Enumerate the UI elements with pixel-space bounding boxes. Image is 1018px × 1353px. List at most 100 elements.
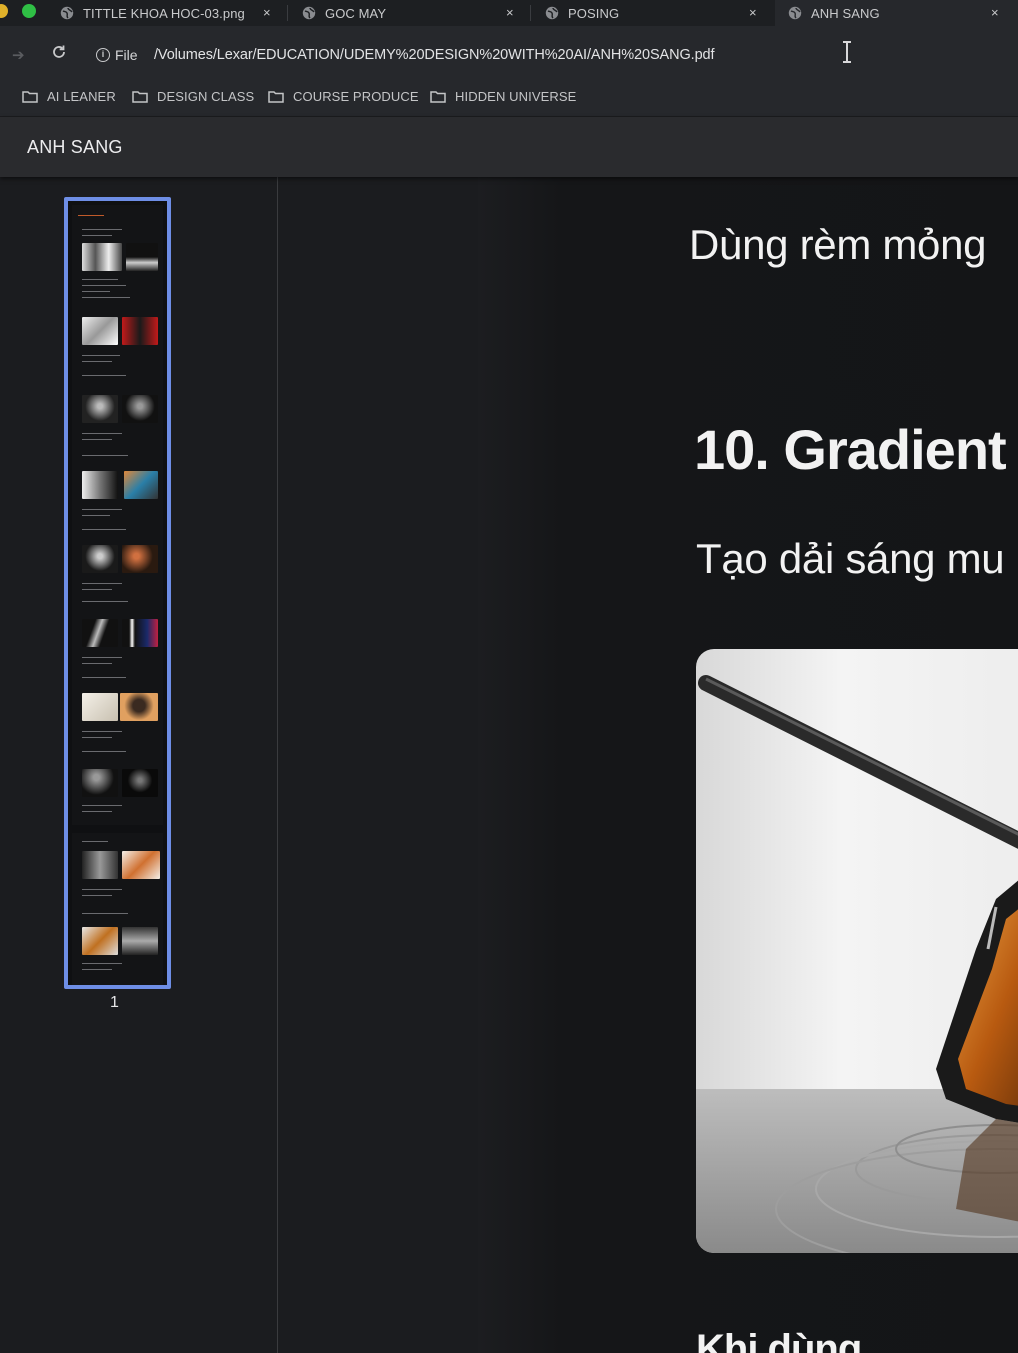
thumbnail-page-2: [72, 833, 163, 985]
body-text-line: Dùng rèm mỏng: [689, 221, 987, 268]
thumbnail-image: [120, 693, 158, 721]
reload-icon[interactable]: [50, 43, 68, 61]
thumbnail-text-line: [82, 529, 126, 530]
tab-goc-may[interactable]: GOC MAY ×: [302, 0, 524, 26]
bookmark-design-class[interactable]: DESIGN CLASS: [132, 89, 254, 104]
thumbnail-image: [122, 619, 158, 647]
pdf-toolbar: ANH SANG: [0, 117, 1018, 177]
tab-close-icon[interactable]: ×: [749, 5, 757, 20]
folder-icon: [22, 90, 38, 103]
tab-title: POSING: [568, 5, 620, 21]
thumbnail-text-line: [82, 361, 112, 362]
thumbnail-text-line: [82, 285, 126, 286]
tab-separator: [287, 5, 288, 21]
thumbnail-image: [82, 545, 118, 573]
thumbnail-image: [126, 243, 158, 271]
tab-anh-sang[interactable]: ANH SANG ×: [775, 0, 1018, 26]
thumbnail-image: [82, 619, 118, 647]
thumbnail-image: [122, 395, 158, 423]
thumbnail-image: [82, 317, 118, 345]
thumbnail-text-line: [82, 731, 122, 732]
photo-illustration: [696, 649, 1018, 1253]
tab-strip: TITTLE KHOA HOC-03.png × GOC MAY × POSIN…: [0, 0, 1018, 26]
thumbnail-image: [82, 243, 122, 271]
zoom-window-button[interactable]: [22, 4, 36, 18]
globe-icon: [545, 6, 559, 20]
thumbnail-text-line: [82, 969, 112, 970]
address-bar: ➔ i File /Volumes/Lexar/EDUCATION/UDEMY%…: [0, 26, 1018, 82]
thumbnail-text-line: [82, 455, 128, 456]
tab-separator: [530, 5, 531, 21]
globe-icon: [788, 6, 802, 20]
thumbnail-page-1: [72, 205, 163, 825]
thumbnail-sidebar[interactable]: 1: [0, 177, 278, 1353]
bookmark-course-produce[interactable]: COURSE PRODUCE: [268, 89, 419, 104]
thumbnail-image: [82, 769, 118, 797]
tab-posing[interactable]: POSING ×: [545, 0, 767, 26]
thumbnail-text-line: [82, 895, 112, 896]
thumbnail-image: [82, 851, 118, 879]
thumbnail-image: [82, 471, 118, 499]
minimize-window-button[interactable]: [0, 4, 8, 18]
thumbnail-image: [122, 769, 158, 797]
thumbnail-image: [124, 471, 158, 499]
thumbnail-text-line: [82, 601, 128, 602]
bookmark-hidden-universe[interactable]: HIDDEN UNIVERSE: [430, 89, 576, 104]
thumbnail-text-line: [82, 439, 112, 440]
text-cursor-icon: [843, 41, 851, 63]
thumbnail-text-line: [82, 291, 110, 292]
folder-icon: [430, 90, 446, 103]
thumbnail-text-line: [82, 913, 128, 914]
bookmark-label: DESIGN CLASS: [157, 89, 255, 104]
thumbnail-text-line: [82, 805, 122, 806]
thumbnail-text-line: [82, 515, 110, 516]
thumbnail-image: [122, 851, 160, 879]
thumbnail-text-line: [82, 751, 126, 752]
thumbnail-image: [122, 317, 158, 345]
info-icon: i: [96, 48, 110, 62]
thumbnail-text-line: [82, 657, 122, 658]
thumbnail-image: [82, 927, 118, 955]
url-field[interactable]: /Volumes/Lexar/EDUCATION/UDEMY%20DESIGN%…: [154, 47, 715, 63]
page-thumbnail[interactable]: [64, 197, 171, 989]
bookmark-ai-leaner[interactable]: AI LEANER: [22, 89, 116, 104]
folder-icon: [268, 90, 284, 103]
perfume-bottle-photo: [696, 649, 1018, 1253]
bookmarks-bar: AI LEANER DESIGN CLASS COURSE PRODUCE HI…: [0, 82, 1018, 116]
tab-tittle-khoa-hoc[interactable]: TITTLE KHOA HOC-03.png ×: [60, 0, 282, 26]
thumbnail-text-line: [82, 737, 112, 738]
section-heading: Khi dùng: [696, 1327, 862, 1353]
thumbnail-text-line: [82, 663, 112, 664]
thumbnail-text-line: [82, 229, 122, 230]
forward-arrow-icon[interactable]: ➔: [12, 46, 25, 64]
thumbnail-page-number: 1: [110, 994, 119, 1011]
thumbnail-text-line: [82, 841, 108, 842]
thumbnail-image: [82, 693, 118, 721]
thumbnail-text-line: [82, 583, 122, 584]
thumbnail-text-line: [82, 509, 122, 510]
thumbnail-text-line: [82, 889, 122, 890]
thumbnail-text-line: [82, 375, 126, 376]
tab-close-icon[interactable]: ×: [263, 5, 271, 20]
thumbnail-text-line: [82, 235, 112, 236]
globe-icon: [60, 6, 74, 20]
thumbnail-text-line: [82, 297, 130, 298]
thumbnail-image: [82, 395, 118, 423]
folder-icon: [132, 90, 148, 103]
thumbnail-text-line: [82, 963, 122, 964]
tab-close-icon[interactable]: ×: [506, 5, 514, 20]
document-viewport[interactable]: ​ Dùng rèm mỏng 10. Gradient Tạo dải sán…: [278, 177, 1018, 1353]
scheme-label: File: [115, 47, 138, 63]
bookmark-label: COURSE PRODUCE: [293, 89, 419, 104]
tab-close-icon[interactable]: ×: [991, 5, 999, 20]
document-title: ANH SANG: [27, 137, 123, 157]
thumbnail-text-line: [82, 811, 112, 812]
thumbnail-text-line: [82, 677, 126, 678]
thumbnail-text-line: [82, 355, 120, 356]
thumbnail-heading-line: [78, 215, 104, 216]
thumbnail-text-line: [82, 433, 122, 434]
thumbnail-image: [122, 545, 158, 573]
site-info-button[interactable]: i File: [96, 47, 138, 63]
globe-icon: [302, 6, 316, 20]
body-text-line: Tạo dải sáng mu: [696, 535, 1005, 582]
